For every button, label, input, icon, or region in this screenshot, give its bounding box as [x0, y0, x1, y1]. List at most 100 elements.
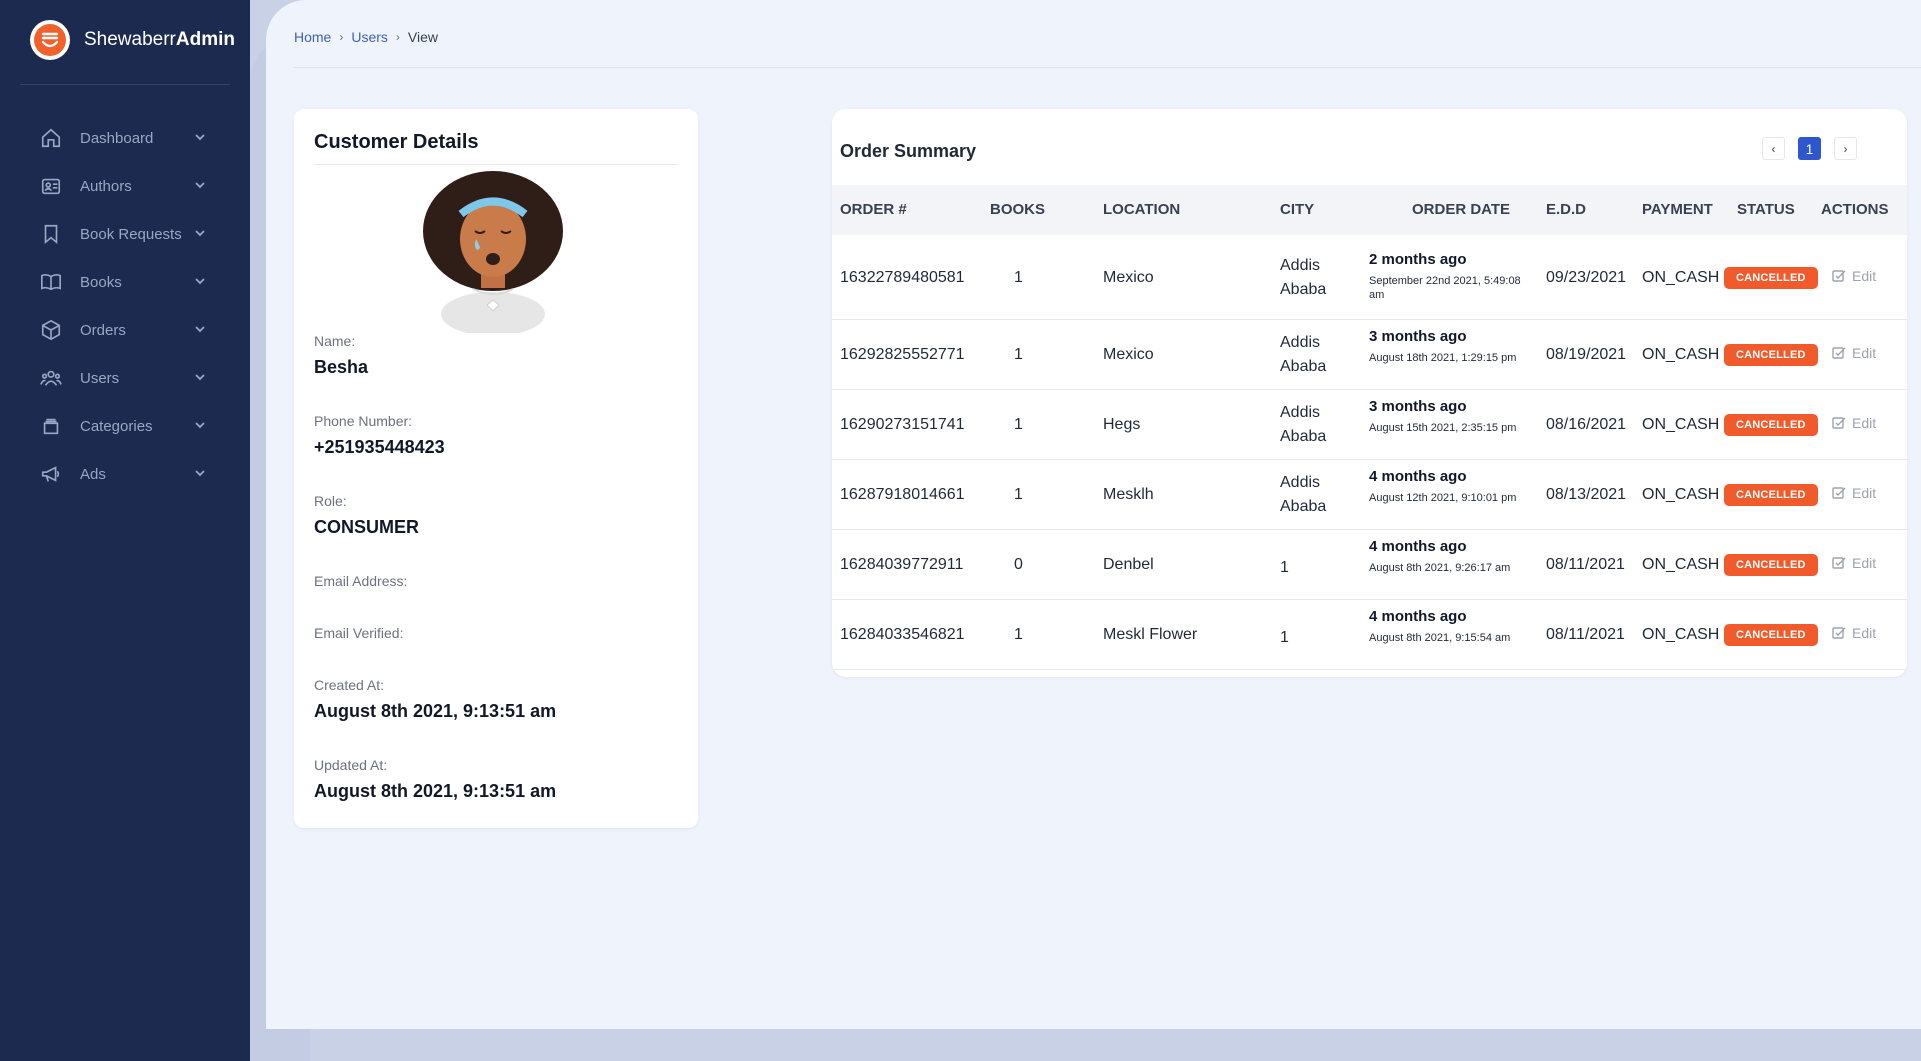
order-date-absolute: August 15th 2021, 2:35:15 pm: [1369, 422, 1517, 434]
books-cell: 1: [1014, 626, 1023, 643]
payment-cell: ON_CASH: [1642, 346, 1720, 363]
edd-cell: 09/23/2021: [1546, 268, 1627, 286]
column-header: ACTIONS: [1821, 201, 1889, 218]
order-date-relative: 3 months ago: [1369, 398, 1467, 415]
breadcrumb-separator-icon: ›: [339, 30, 344, 44]
edit-icon: [1832, 557, 1846, 569]
brand[interactable]: ShewaberrAdmin: [30, 20, 235, 60]
header-divider: [294, 67, 1921, 68]
edit-button[interactable]: Edit: [1832, 625, 1876, 641]
sidebar-item-categories[interactable]: Categories: [0, 402, 250, 450]
city-cell: Addis Ababa: [1280, 254, 1326, 302]
page-number-button[interactable]: 1: [1798, 137, 1821, 160]
sidebar-item-label: Ads: [80, 465, 106, 483]
edit-button[interactable]: Edit: [1832, 345, 1876, 361]
role-label: Role:: [314, 493, 347, 509]
edit-button[interactable]: Edit: [1832, 268, 1876, 284]
order-date-absolute: August 8th 2021, 9:26:17 am: [1369, 562, 1511, 574]
edit-button[interactable]: Edit: [1832, 555, 1876, 571]
sidebar-item-ads[interactable]: Ads: [0, 450, 250, 498]
breadcrumb: Home › Users › View: [294, 29, 438, 45]
column-header: STATUS: [1737, 201, 1795, 218]
city-line: Ababa: [1280, 428, 1327, 445]
edit-label: Edit: [1852, 625, 1877, 641]
order-date-cell: 4 months ago August 12th 2021, 9:10:01 pm: [1369, 468, 1534, 505]
breadcrumb-separator-icon: ›: [395, 30, 400, 44]
order-date-absolute: September 22nd 2021, 5:49:08 am: [1369, 274, 1521, 301]
column-header: BOOKS: [990, 201, 1046, 218]
city-line: Ababa: [1280, 280, 1327, 298]
id-card-icon: [40, 175, 62, 197]
main-content: Home › Users › View Customer Details Nam…: [266, 0, 1921, 1029]
location-cell: Hegs: [1103, 416, 1141, 433]
table-header: ORDER # BOOKS LOCATION CITY ORDER DATE E…: [832, 185, 1907, 235]
edit-icon: [1832, 269, 1846, 282]
chevron-down-icon: [195, 326, 205, 333]
archive-icon: [40, 415, 62, 437]
edit-button[interactable]: Edit: [1832, 485, 1876, 501]
city-line: Ababa: [1280, 498, 1327, 515]
edit-button[interactable]: Edit: [1832, 415, 1876, 431]
sidebar-item-label: Books: [80, 273, 122, 291]
order-number-cell: 16284039772911: [840, 556, 964, 573]
column-header: LOCATION: [1103, 201, 1181, 218]
column-header: ORDER #: [840, 201, 907, 218]
role-value: CONSUMER: [314, 517, 420, 537]
location-cell: Mesklh: [1103, 486, 1154, 503]
order-date-cell: 3 months ago August 15th 2021, 2:35:15 pm: [1369, 398, 1534, 435]
order-date-relative: 3 months ago: [1369, 328, 1467, 345]
users-icon: [40, 367, 62, 389]
edd-cell: 08/19/2021: [1546, 346, 1627, 363]
sidebar-item-orders[interactable]: Orders: [0, 306, 250, 354]
sidebar-item-books[interactable]: Books: [0, 258, 250, 306]
order-number-cell: 16322789480581: [840, 268, 965, 286]
status-badge: CANCELLED: [1724, 414, 1818, 436]
brand-prefix: Shewaberr: [84, 29, 176, 50]
sidebar: ShewaberrAdmin Dashboard Authors Book Re…: [0, 0, 250, 1061]
table-row: 16290273151741 1 Hegs Addis Ababa 3 months ag…: [832, 390, 1907, 460]
order-number-cell: 16284033546821: [840, 626, 965, 643]
chevron-down-icon: [195, 374, 205, 381]
edit-icon: [1832, 487, 1846, 499]
customer-card-title: Customer Details: [314, 131, 479, 153]
city-cell: Addis Ababa: [1280, 331, 1326, 379]
order-number-cell: 16292825552771: [840, 346, 965, 363]
order-date-absolute: August 12th 2021, 9:10:01 pm: [1369, 492, 1517, 504]
chevron-down-icon: [195, 470, 205, 477]
phone-value: +251935448423: [314, 437, 445, 457]
edd-cell: 08/11/2021: [1546, 626, 1625, 643]
order-number-cell: 16287918014661: [840, 486, 965, 503]
sidebar-item-users[interactable]: Users: [0, 354, 250, 402]
sidebar-nav: Dashboard Authors Book Requests Books Or…: [0, 114, 250, 498]
edd-cell: 08/13/2021: [1546, 486, 1627, 503]
city-line: 1: [1280, 559, 1289, 576]
megaphone-icon: [40, 463, 62, 485]
edit-label: Edit: [1852, 267, 1877, 284]
city-cell: Addis Ababa: [1280, 471, 1326, 519]
status-badge: CANCELLED: [1724, 484, 1818, 506]
bookmark-icon: [40, 223, 62, 245]
order-date-cell: 2 months ago September 22nd 2021, 5:49:08…: [1369, 251, 1534, 302]
table-row: 16284039772911 0 Denbel 1 4 months ago August…: [832, 530, 1907, 600]
sidebar-item-book-requests[interactable]: Book Requests: [0, 210, 250, 258]
status-badge: CANCELLED: [1724, 554, 1818, 576]
name-label: Name:: [314, 333, 356, 349]
sidebar-item-authors[interactable]: Authors: [0, 162, 250, 210]
sidebar-item-dashboard[interactable]: Dashboard: [0, 114, 250, 162]
breadcrumb-home-link[interactable]: Home: [294, 29, 331, 45]
city-line: Addis: [1280, 334, 1321, 351]
breadcrumb-users-link[interactable]: Users: [351, 29, 388, 45]
location-cell: Meskl Flower: [1103, 626, 1198, 643]
column-header: ORDER DATE: [1412, 201, 1511, 218]
books-cell: 1: [1014, 486, 1023, 503]
updated-at-label: Updated At:: [314, 757, 388, 773]
customer-details-card: Customer Details Name: Besha Phone Numbe…: [294, 109, 698, 828]
location-cell: Mexico: [1103, 346, 1154, 363]
table-row: 16292825552771 1 Mexico Addis Ababa 3 months …: [832, 320, 1907, 390]
created-at-label: Created At:: [314, 677, 385, 693]
previous-page-button[interactable]: ‹: [1762, 137, 1785, 160]
sidebar-item-label: Book Requests: [80, 225, 182, 243]
order-date-cell: 4 months ago August 8th 2021, 9:26:17 am: [1369, 538, 1534, 575]
order-date-relative: 4 months ago: [1369, 468, 1467, 485]
next-page-button[interactable]: ›: [1834, 137, 1857, 160]
